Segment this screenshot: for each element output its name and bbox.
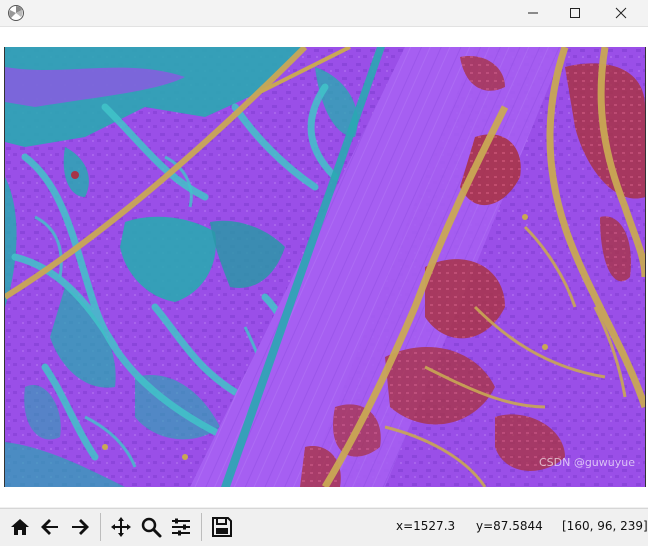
- close-button[interactable]: [598, 0, 644, 26]
- home-button[interactable]: [6, 513, 34, 541]
- home-icon: [11, 519, 29, 535]
- minimize-icon: [528, 12, 538, 14]
- figure-canvas[interactable]: CSDN @guwuyue: [0, 27, 648, 507]
- segmentation-overlay-image[interactable]: CSDN @guwuyue: [4, 47, 646, 487]
- zoom-button[interactable]: [137, 513, 165, 541]
- configure-subplots-button[interactable]: [167, 513, 195, 541]
- cursor-x-readout: x=1527.3: [396, 519, 456, 533]
- save-button[interactable]: [208, 513, 236, 541]
- close-icon: [615, 7, 627, 19]
- minimize-button[interactable]: [510, 0, 556, 26]
- matplotlib-figure-icon: [7, 4, 25, 22]
- back-button[interactable]: [36, 513, 64, 541]
- toolbar-separator: [201, 513, 202, 541]
- move-icon: [111, 517, 131, 537]
- cursor-y-readout: y=87.5844: [476, 519, 543, 533]
- sliders-icon: [172, 518, 190, 536]
- magnifier-icon: [141, 517, 162, 538]
- window-titlebar: [0, 0, 648, 27]
- arrow-right-icon: [72, 519, 89, 535]
- forward-button[interactable]: [66, 513, 94, 541]
- toolbar-separator: [100, 513, 101, 541]
- floppy-disk-icon: [212, 517, 232, 537]
- maximize-icon: [570, 8, 580, 18]
- pan-button[interactable]: [107, 513, 135, 541]
- maximize-button[interactable]: [552, 0, 598, 26]
- navigation-toolbar: x=1527.3 y=87.5844 [160, 96, 239]: [0, 508, 648, 546]
- arrow-left-icon: [41, 519, 58, 535]
- segmentation-map: [5, 47, 645, 487]
- pixel-value-readout: [160, 96, 239]: [562, 519, 648, 533]
